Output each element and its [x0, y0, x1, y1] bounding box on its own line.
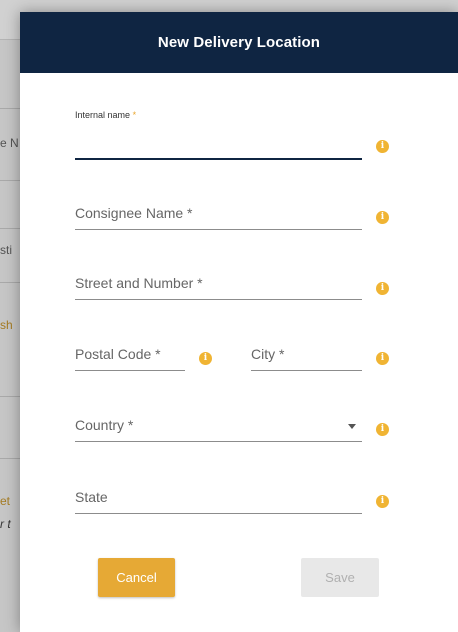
input-underline — [75, 299, 362, 300]
street-number-placeholder: Street and Number * — [75, 275, 203, 291]
required-mark: * — [132, 110, 137, 120]
internal-name-field[interactable]: Internal name * — [75, 110, 362, 160]
city-field[interactable]: City * — [251, 343, 362, 371]
street-number-field[interactable]: Street and Number * — [75, 272, 362, 300]
info-icon[interactable]: i — [376, 495, 389, 508]
country-select[interactable]: Country * — [75, 414, 362, 442]
info-icon[interactable]: i — [199, 352, 212, 365]
input-underline — [75, 441, 362, 442]
input-underline — [75, 158, 362, 160]
city-placeholder: City * — [251, 346, 285, 362]
info-icon[interactable]: i — [376, 211, 389, 224]
info-icon[interactable]: i — [376, 282, 389, 295]
save-button[interactable]: Save — [301, 558, 379, 597]
input-underline — [75, 513, 362, 514]
input-underline — [75, 229, 362, 230]
info-icon[interactable]: i — [376, 423, 389, 436]
postal-code-placeholder: Postal Code * — [75, 346, 161, 362]
postal-code-field[interactable]: Postal Code * — [75, 343, 185, 371]
dialog-title: New Delivery Location — [157, 34, 321, 51]
state-placeholder: State — [75, 489, 108, 505]
new-delivery-location-dialog: New Delivery Location Internal name * i … — [20, 12, 458, 632]
country-placeholder: Country * — [75, 417, 134, 433]
internal-name-label: Internal name * — [75, 110, 137, 120]
cancel-button[interactable]: Cancel — [98, 558, 175, 597]
chevron-down-icon[interactable] — [348, 424, 356, 429]
dialog-header: New Delivery Location — [20, 12, 458, 73]
state-field[interactable]: State — [75, 486, 362, 514]
input-underline — [251, 370, 362, 371]
info-icon[interactable]: i — [376, 140, 389, 153]
consignee-name-field[interactable]: Consignee Name * — [75, 202, 362, 230]
info-icon[interactable]: i — [376, 352, 389, 365]
consignee-name-placeholder: Consignee Name * — [75, 205, 193, 221]
input-underline — [75, 370, 185, 371]
